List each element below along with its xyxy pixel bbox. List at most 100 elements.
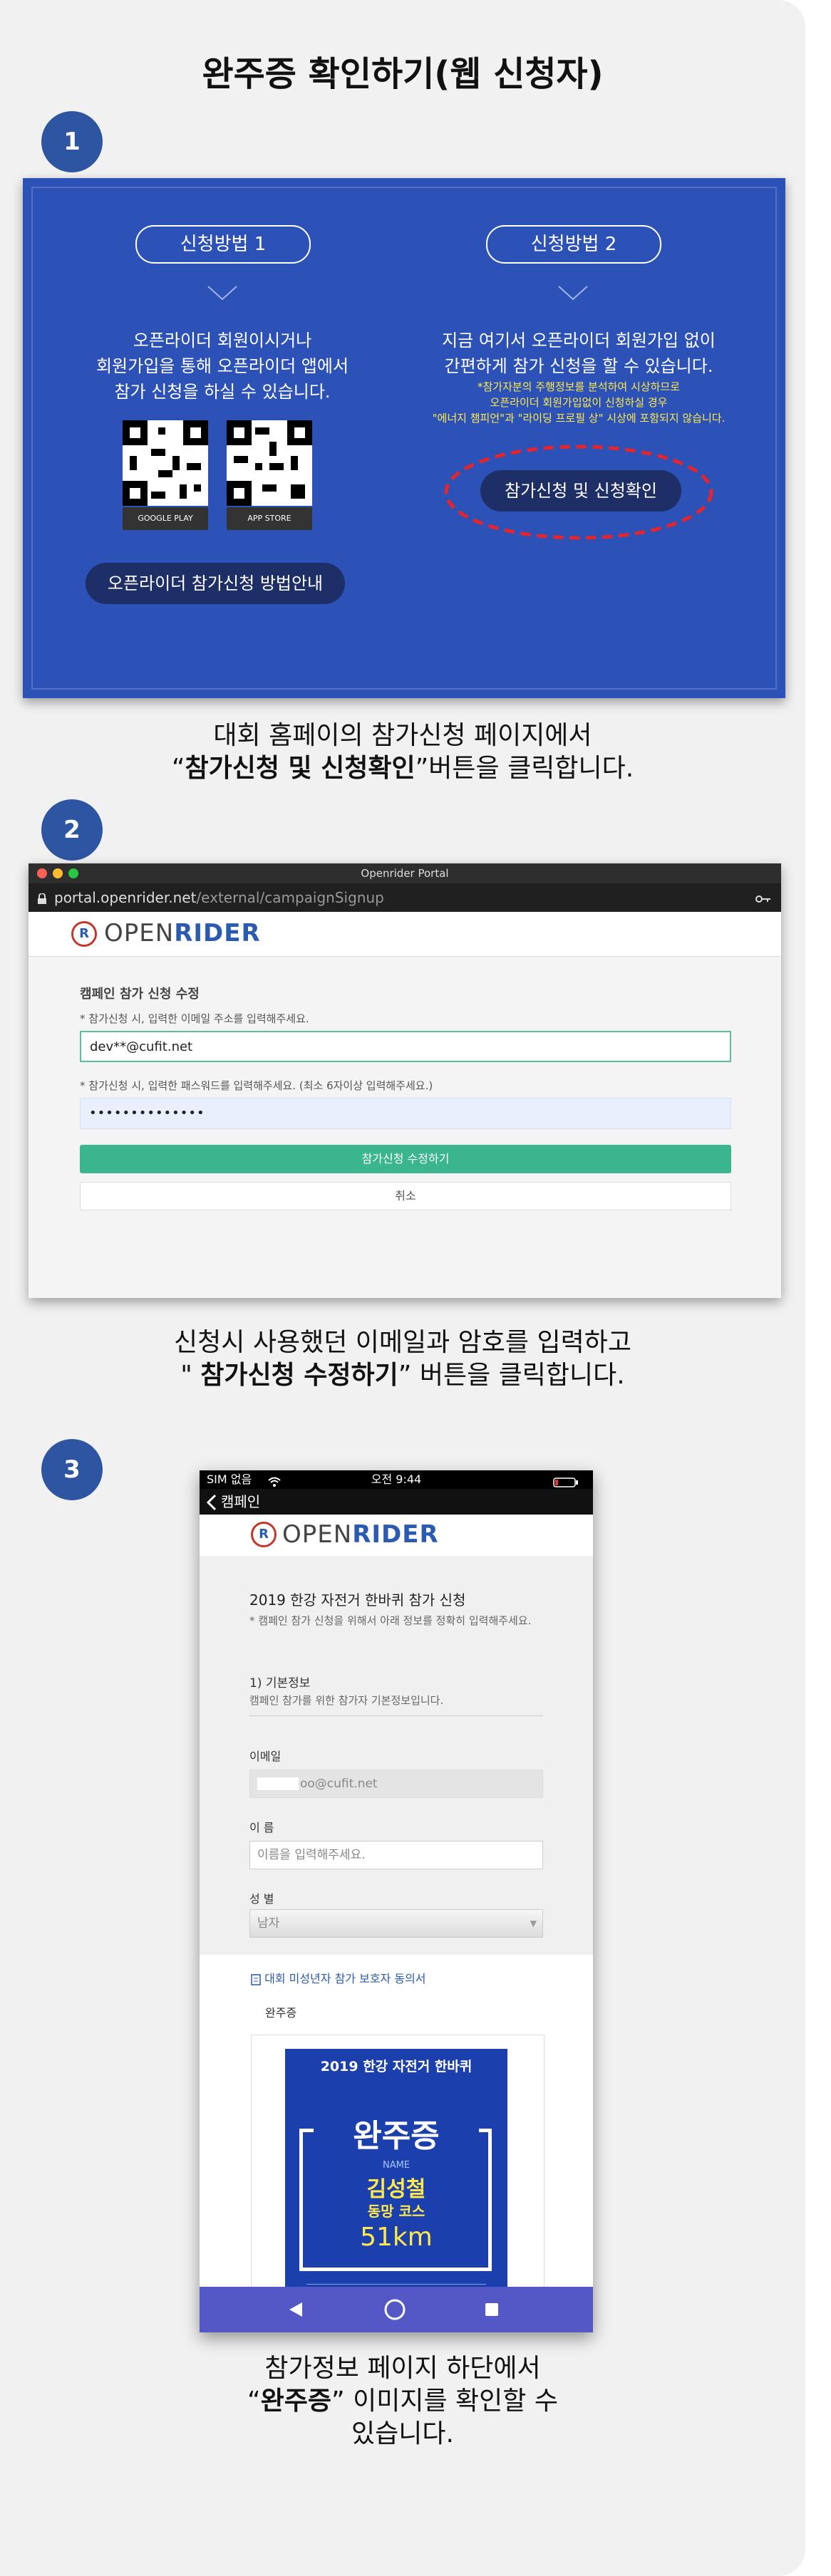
method2-note-line: 오픈라이더 회원가입없이 신청하실 경우	[490, 396, 668, 409]
highlight-ellipse	[444, 445, 713, 540]
submit-edit-button[interactable]: 참가신청 수정하기	[80, 1145, 731, 1173]
divider	[249, 1715, 543, 1716]
openrider-logo-icon: R	[71, 921, 97, 947]
step-3-badge: 3	[41, 1439, 103, 1500]
form-title: 캠페인 참가 신청 수정	[80, 987, 200, 1002]
password-field[interactable]: ••••••••••••••	[80, 1098, 731, 1129]
url-path: /external/campaignSignup	[196, 889, 384, 906]
page-description: * 캠페인 참가 신청을 위해서 아래 정보를 정확히 입력해주세요.	[249, 1614, 532, 1627]
back-label[interactable]: 캠페인	[221, 1489, 260, 1515]
method2-label: 신청방법 2	[486, 225, 661, 264]
caption-line: " 참가신청 수정하기” 버튼을 클릭합니다.	[0, 1359, 805, 1392]
brand-logo[interactable]: OPENRIDER	[282, 1520, 439, 1549]
form-area: 캠페인 참가 신청 수정 * 참가신청 시, 입력한 이메일 주소를 입력해주세…	[29, 957, 781, 1298]
google-play-badge[interactable]: GOOGLE PLAY	[123, 507, 208, 530]
brand-open: OPEN	[104, 919, 175, 947]
brand-rider: RIDER	[174, 919, 261, 947]
step-1-badge: 1	[41, 111, 103, 172]
redaction-box	[257, 1777, 299, 1790]
qr-code-google-play[interactable]	[123, 420, 208, 506]
qr-code-icon	[227, 420, 312, 506]
gender-label: 성 별	[249, 1892, 274, 1906]
brand-rider: RIDER	[352, 1520, 439, 1549]
section-description: 캠페인 참가를 위한 참가자 기본정보입니다.	[249, 1694, 444, 1707]
name-field[interactable]: 이름을 입력해주세요.	[249, 1841, 543, 1869]
consent-link[interactable]: 대회 미성년자 참가 보호자 동의서	[251, 1969, 426, 1986]
caption-emphasis: 참가신청 수정하기	[200, 1361, 398, 1390]
certificate-course: 동망 코스	[367, 2203, 425, 2220]
url-bar[interactable]: portal.openrider.net/external/campaignSi…	[29, 883, 781, 912]
certificate-name: 김성철	[366, 2177, 426, 2202]
method2-text-line: 지금 여기서 오픈라이더 회원가입 없이	[442, 331, 716, 350]
caption-line: 있습니다.	[351, 2419, 454, 2448]
section-title: 1) 기본정보	[249, 1676, 311, 1690]
key-icon	[755, 883, 771, 912]
method1-text-line: 회원가입을 통해 오픈라이더 앱에서	[96, 356, 349, 376]
certificate-event: 2019 한강 자전거 한바퀴	[320, 2059, 473, 2074]
caption-emphasis: 참가신청 및 신청확인	[185, 754, 416, 783]
method2-note-line: *참가자분의 주행정보를 분석하여 시상하므로	[477, 380, 680, 393]
brand-logo[interactable]: OPENRIDER	[104, 919, 261, 947]
caption-step2: 신청시 사용했던 이메일과 암호를 입력하고 " 참가신청 수정하기” 버튼을 …	[0, 1326, 805, 1392]
window-titlebar: Openrider Portal	[29, 863, 781, 883]
caption-line: “완주증” 이미지를 확인할 수	[0, 2385, 805, 2418]
method2-notes: *참가자분의 주행정보를 분석하여 시상하므로 오픈라이더 회원가입없이 신청하…	[408, 379, 750, 426]
certificate-image: 2019 한강 자전거 한바퀴 완주증 NAME 김성철 동망 코스 51km	[285, 2049, 507, 2318]
step2-screenshot: Openrider Portal portal.openrider.net/ex…	[29, 863, 781, 1298]
password-hint: * 참가신청 시, 입력한 패스워드를 입력해주세요. (최소 6자이상 입력해…	[80, 1079, 433, 1092]
qr-code-icon	[123, 420, 208, 506]
caption-step1: 대회 홈페이의 참가신청 페이지에서 “참가신청 및 신청확인”버튼을 클릭합니…	[0, 720, 805, 785]
certificate-distance: 51km	[360, 2223, 433, 2252]
caption-line: 대회 홈페이의 참가신청 페이지에서	[213, 721, 592, 750]
email-value: oo@cufit.net	[300, 1777, 378, 1791]
caption-rest: ” 버튼을 클릭합니다.	[398, 1361, 625, 1390]
app-store-badge[interactable]: APP STORE	[227, 507, 312, 530]
caption-quote: "	[180, 1361, 201, 1390]
guide-button[interactable]: 오픈라이더 참가신청 방법안내	[86, 563, 345, 604]
caption-quote: “	[247, 2387, 261, 2416]
step3-phone-screenshot: SIM 없음 오전 9:44 캠페인 R OPENRIDER 2019 한강 자…	[200, 1470, 593, 2332]
document-icon	[251, 1972, 261, 1985]
method2-text-line: 간편하게 참가 신청을 할 수 있습니다.	[444, 356, 713, 376]
certificate-title: 완주증	[353, 2118, 440, 2154]
home-circle-icon[interactable]	[383, 2298, 406, 2324]
page-heading: 2019 한강 자전거 한바퀴 참가 신청	[249, 1591, 466, 1609]
step1-screenshot: 신청방법 1 오픈라이더 회원이시거나 회원가입을 통해 오픈라이더 앱에서 참…	[23, 178, 785, 698]
caption-step3: 참가정보 페이지 하단에서 “완주증” 이미지를 확인할 수 있습니다.	[0, 2352, 805, 2451]
qr-code-app-store[interactable]	[227, 420, 312, 506]
caption-line: “참가신청 및 신청확인”버튼을 클릭합니다.	[0, 752, 805, 785]
method1-label: 신청방법 1	[135, 225, 311, 264]
recents-square-icon[interactable]	[485, 2302, 499, 2320]
email-hint: * 참가신청 시, 입력한 이메일 주소를 입력해주세요.	[80, 1012, 309, 1025]
chevron-down-icon	[558, 286, 588, 301]
method1-text-line: 오픈라이더 회원이시거나	[133, 331, 312, 350]
nav-bar: 캠페인	[200, 1489, 593, 1515]
gender-select[interactable]: 남자 ▼	[249, 1909, 543, 1938]
openrider-logo-icon: R	[251, 1522, 277, 1547]
method2-text: 지금 여기서 오픈라이더 회원가입 없이 간편하게 참가 신청을 할 수 있습니…	[408, 328, 750, 379]
method2-note-line: "에너지 챔피언"과 "라이딩 프로필 상" 시상에 포함되지 않습니다.	[432, 412, 726, 425]
lock-icon	[37, 883, 47, 912]
caption-line: 신청시 사용했던 이메일과 암호를 입력하고	[174, 1328, 631, 1357]
method1-text-line: 참가 신청을 하실 수 있습니다.	[114, 382, 331, 402]
email-field[interactable]: oo@cufit.net	[249, 1770, 543, 1798]
back-triangle-icon[interactable]	[288, 2301, 304, 2321]
caption-rest: ” 이미지를 확인할 수	[331, 2387, 558, 2416]
certificate-name-label: NAME	[382, 2160, 411, 2171]
status-bar: SIM 없음 오전 9:44	[200, 1470, 593, 1489]
chevron-down-icon: ▼	[530, 1918, 537, 1928]
url-host: portal.openrider.net	[54, 889, 197, 906]
page-title: 완주증 확인하기(웹 신청자)	[202, 54, 604, 94]
site-header: R OPENRIDER	[200, 1515, 593, 1556]
caption-quote: “	[171, 754, 185, 783]
caption-emphasis: 완주증	[260, 2387, 332, 2416]
step-2-badge: 2	[41, 799, 103, 861]
window-title: Openrider Portal	[361, 867, 449, 880]
brand-open: OPEN	[282, 1520, 353, 1549]
email-label: 이메일	[249, 1750, 282, 1763]
consent-link-label: 대회 미성년자 참가 보호자 동의서	[264, 1972, 426, 1985]
email-field[interactable]: dev**@cufit.net	[80, 1031, 731, 1062]
cancel-button[interactable]: 취소	[80, 1182, 731, 1210]
android-nav-bar	[200, 2287, 593, 2332]
status-time: 오전 9:44	[371, 1473, 422, 1486]
